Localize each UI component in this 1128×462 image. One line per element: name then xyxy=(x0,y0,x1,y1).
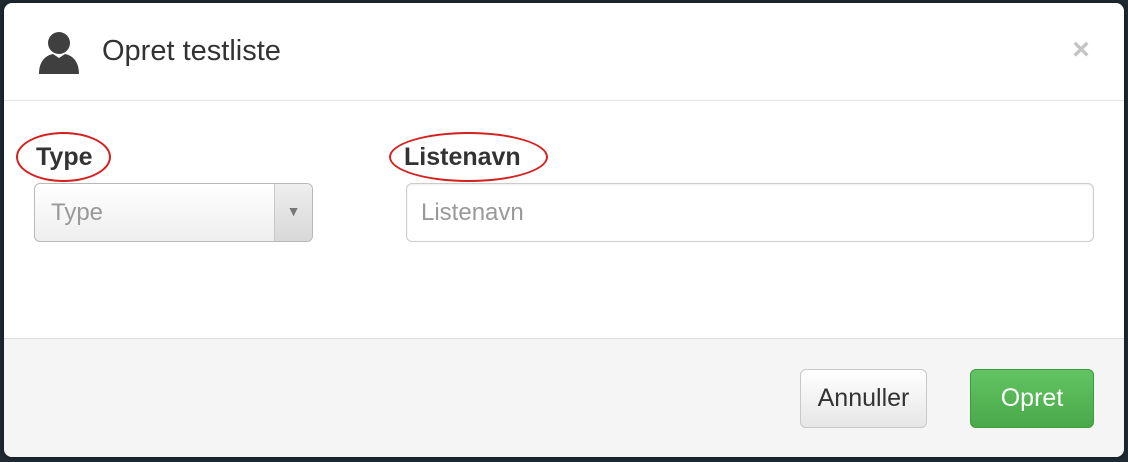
close-icon[interactable]: × xyxy=(1068,35,1094,65)
cancel-button[interactable]: Annuller xyxy=(800,369,927,428)
listenavn-input[interactable] xyxy=(406,183,1094,242)
user-icon xyxy=(39,32,79,74)
type-annotation-ellipse xyxy=(16,132,111,182)
chevron-down-icon[interactable]: ▼ xyxy=(274,184,312,241)
dialog-footer: Annuller Opret xyxy=(4,338,1124,457)
create-test-list-dialog: Opret testliste × Type Listenavn Type ▼ … xyxy=(4,3,1124,457)
create-button[interactable]: Opret xyxy=(970,369,1094,428)
dialog-header: Opret testliste × xyxy=(4,3,1124,101)
type-select[interactable]: Type ▼ xyxy=(34,183,313,242)
type-select-placeholder: Type xyxy=(51,199,104,226)
listenavn-annotation-ellipse xyxy=(389,132,548,182)
dialog-title: Opret testliste xyxy=(102,35,281,67)
